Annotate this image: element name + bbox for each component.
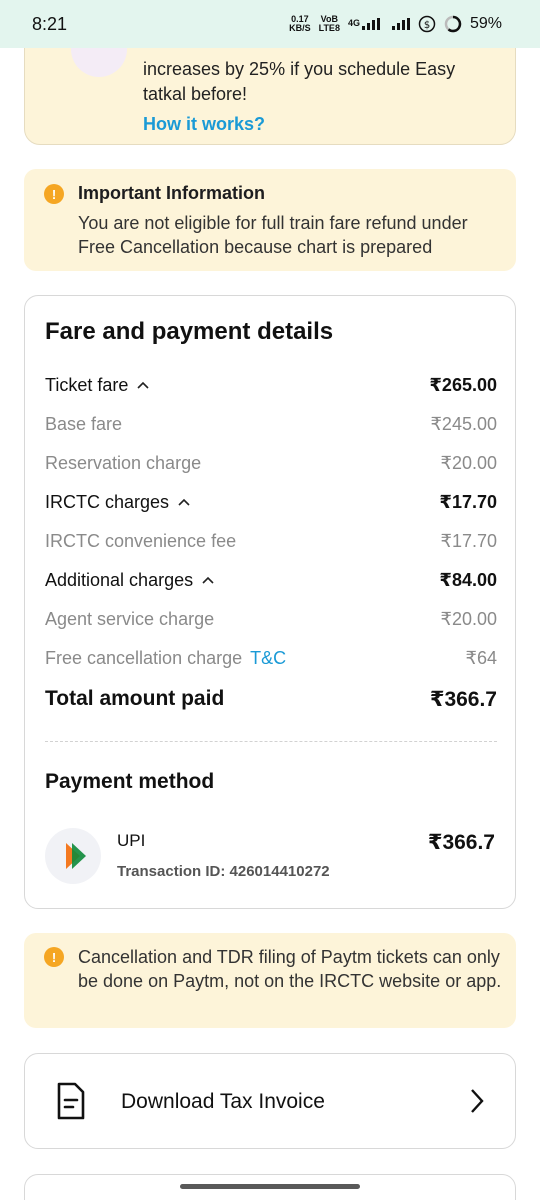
- chevron-right-icon: [471, 1089, 484, 1113]
- how-it-works-link[interactable]: How it works?: [143, 114, 265, 135]
- payment-method-title: Payment method: [45, 770, 215, 793]
- irctc-charges-amount: ₹17.70: [439, 491, 497, 512]
- base-fare-row: Base fare ₹245.00: [45, 409, 497, 439]
- irctc-convenience-fee-amount: ₹17.70: [440, 530, 498, 551]
- free-cancellation-charge-label: Free cancellation charge: [45, 647, 243, 668]
- agent-service-charge-label: Agent service charge: [45, 608, 215, 629]
- irctc-charges-label: IRCTC charges: [45, 491, 170, 512]
- total-amount-row: Total amount paid ₹366.7: [45, 684, 497, 714]
- agent-service-charge-amount: ₹20.00: [440, 608, 498, 629]
- tatkal-text: increases by 25% if you schedule Easy ta…: [143, 59, 456, 104]
- ticket-fare-row[interactable]: Ticket fare ₹265.00: [45, 370, 497, 400]
- volte-indicator: VoB LTE8: [319, 15, 340, 33]
- ticket-fare-label: Ticket fare: [45, 374, 129, 395]
- total-amount-value: ₹366.7: [429, 687, 497, 711]
- signal-icon: [391, 18, 410, 30]
- document-icon: [57, 1082, 85, 1120]
- network-speed-unit: KB/S: [289, 23, 311, 33]
- ticket-fare-amount: ₹265.00: [429, 374, 497, 395]
- irctc-convenience-fee-row: IRCTC convenience fee ₹17.70: [45, 526, 497, 556]
- money-shield-icon: $: [418, 15, 436, 33]
- battery-percent: 59%: [469, 15, 502, 32]
- terms-link[interactable]: T&C: [250, 648, 286, 669]
- upi-logo-icon: [45, 828, 101, 884]
- important-info-text: You are not eligible for full train fare…: [78, 213, 468, 257]
- irctc-convenience-fee-label: IRCTC convenience fee: [45, 530, 237, 551]
- cancellation-notice-box: ! Cancellation and TDR filing of Paytm t…: [24, 933, 516, 1028]
- info-icon: !: [44, 184, 64, 204]
- volte-bottom: LTE8: [318, 23, 340, 33]
- download-tax-invoice-button[interactable]: Download Tax Invoice: [24, 1053, 516, 1149]
- dashed-divider: [45, 741, 497, 742]
- chevron-up-icon: [137, 381, 149, 389]
- status-icons: 0.17 KB/S VoB LTE8 4G $ 59%: [289, 15, 502, 33]
- status-time: 8:21: [32, 13, 68, 34]
- screen: increases by 25% if you schedule Easy ta…: [0, 0, 540, 1200]
- important-info-box: ! Important Information You are not elig…: [24, 169, 516, 271]
- home-indicator[interactable]: [180, 1184, 360, 1189]
- agent-service-charge-row: Agent service charge ₹20.00: [45, 604, 497, 634]
- chevron-up-icon: [202, 576, 214, 584]
- payment-amount: ₹366.7: [427, 831, 495, 854]
- free-cancellation-charge-row: Free cancellation charge T&C ₹64: [45, 643, 497, 673]
- fare-title: Fare and payment details: [45, 318, 334, 345]
- svg-text:$: $: [424, 20, 430, 31]
- info-icon: !: [44, 947, 64, 967]
- signal-4g-icon: 4G: [348, 18, 380, 30]
- reservation-charge-label: Reservation charge: [45, 452, 202, 473]
- free-cancellation-charge-amount: ₹64: [465, 647, 497, 668]
- total-amount-label: Total amount paid: [45, 687, 225, 710]
- additional-charges-amount: ₹84.00: [439, 569, 497, 590]
- cancellation-notice-text: Cancellation and TDR filing of Paytm tic…: [78, 947, 502, 991]
- network-type: 4G: [347, 18, 360, 28]
- irctc-charges-row[interactable]: IRCTC charges ₹17.70: [45, 487, 497, 517]
- additional-charges-row[interactable]: Additional charges ₹84.00: [45, 565, 497, 595]
- payment-method-name: UPI: [117, 831, 146, 850]
- important-info-title: Important Information: [78, 183, 265, 203]
- battery-icon: [444, 15, 462, 33]
- reservation-charge-row: Reservation charge ₹20.00: [45, 448, 497, 478]
- additional-charges-label: Additional charges: [45, 569, 194, 590]
- base-fare-label: Base fare: [45, 413, 123, 434]
- download-tax-invoice-label: Download Tax Invoice: [121, 1090, 325, 1113]
- chevron-up-icon: [178, 498, 190, 506]
- fare-details-card: Fare and payment details Ticket fare ₹26…: [24, 295, 516, 909]
- network-speed: 0.17 KB/S: [289, 15, 311, 33]
- reservation-charge-amount: ₹20.00: [440, 452, 498, 473]
- transaction-id: Transaction ID: 426014410272: [117, 863, 330, 880]
- base-fare-amount: ₹245.00: [430, 413, 497, 434]
- status-bar: 8:21 0.17 KB/S VoB LTE8 4G $ 59%: [0, 0, 540, 48]
